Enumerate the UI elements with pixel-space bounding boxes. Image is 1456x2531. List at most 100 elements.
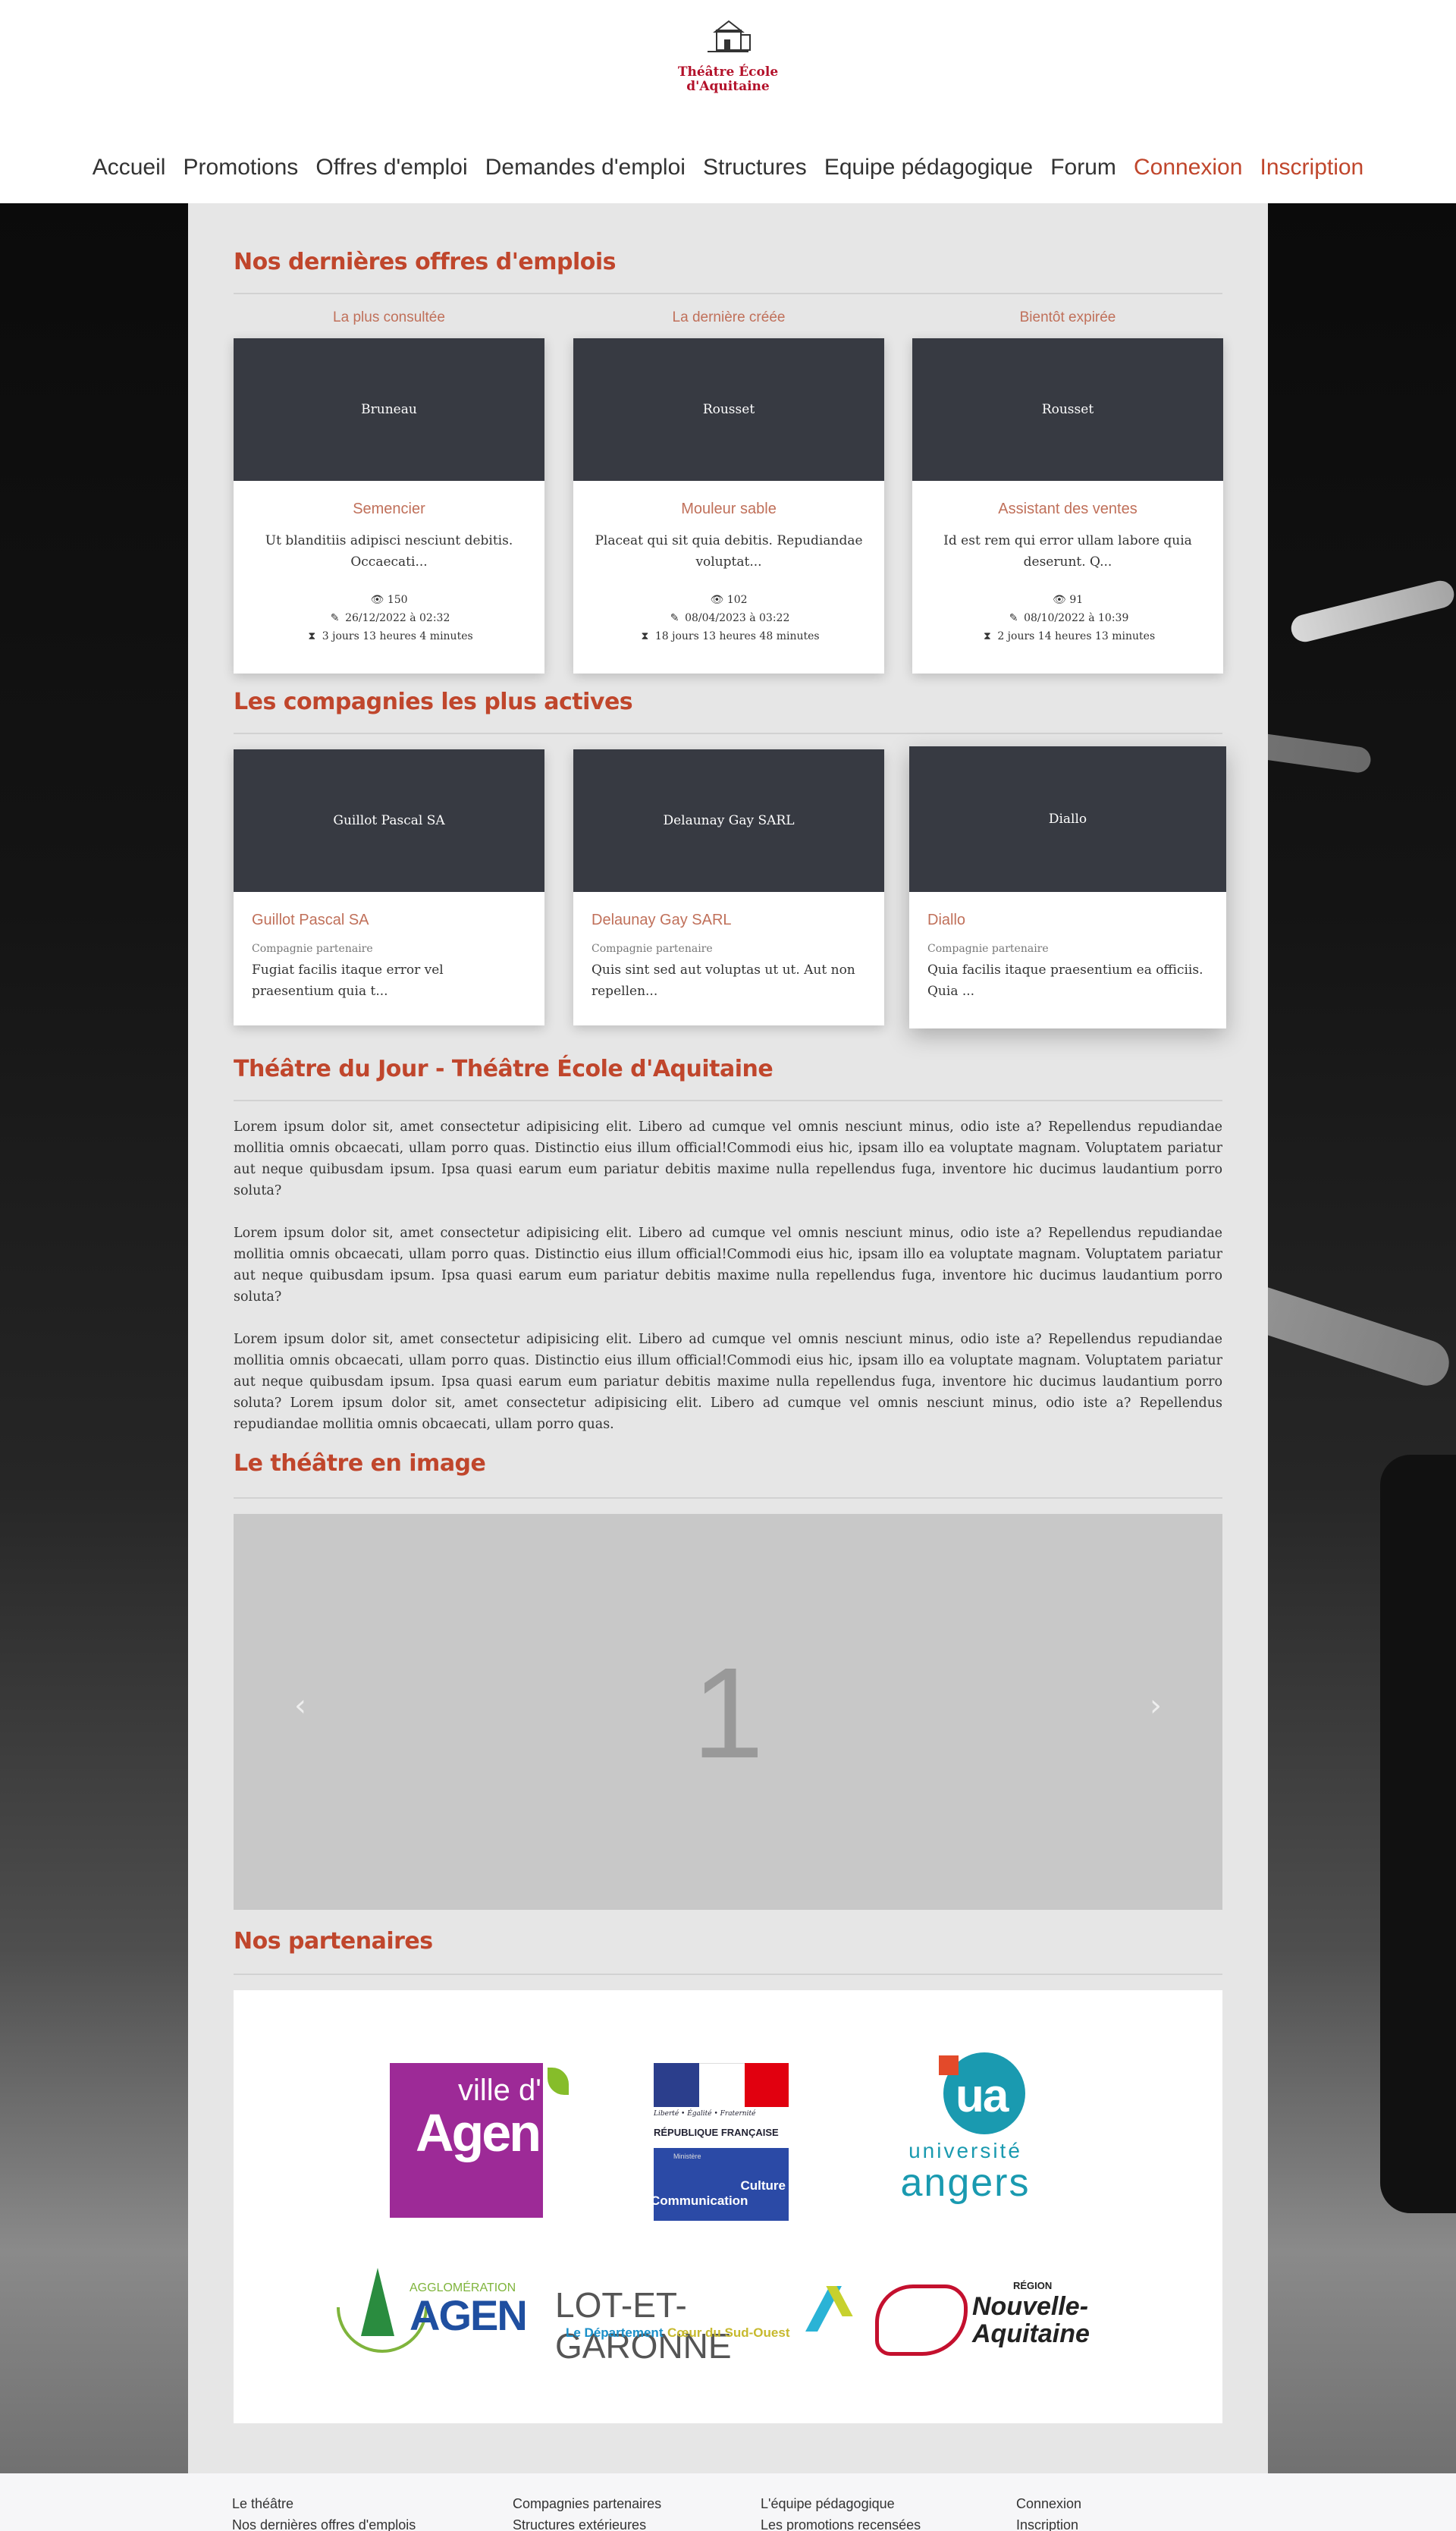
nav-accueil[interactable]: Accueil — [93, 155, 166, 180]
offer-card-meta: 👁 102 ✎ 08/04/2023 à 03:22 ⧗ 18 jours 13… — [573, 589, 884, 647]
offer-remaining: 2 jours 14 heures 13 minutes — [997, 630, 1156, 642]
offer-card-desc: Placeat qui sit quia debitis. Repudianda… — [595, 533, 863, 570]
divider — [234, 1974, 1222, 1975]
partner-logo-region-nouvelle-aquitaine[interactable]: RÉGION Nouvelle- Aquitaine — [875, 2277, 1103, 2360]
offer-card-company: Rousset — [573, 338, 884, 481]
offer-views: 91 — [1069, 594, 1084, 606]
offer-label-most-viewed: La plus consultée — [333, 309, 445, 325]
offer-card-meta: 👁 150 ✎ 26/12/2022 à 02:32 ⧗ 3 jours 13 … — [234, 589, 544, 647]
gallery-section-title: Le théâtre en image — [234, 1450, 486, 1477]
offer-created: 08/04/2023 à 03:22 — [685, 612, 790, 624]
theatre-section-title: Théâtre du Jour - Théâtre École d'Aquita… — [234, 1056, 774, 1082]
dancer-arm-shape — [1288, 577, 1456, 645]
lot-line2a: Le Département — [566, 2325, 664, 2340]
dancer-body-shape — [1380, 1455, 1456, 2213]
region-line3: Aquitaine — [972, 2319, 1090, 2348]
offer-card[interactable]: Rousset Assistant des ventes Id est rem … — [912, 338, 1223, 674]
region-line1: RÉGION — [1013, 2280, 1053, 2291]
partners-section-title: Nos partenaires — [234, 1928, 433, 1955]
footer-link-connexion[interactable]: Connexion — [1016, 2493, 1081, 2514]
culture-label: Culture — [740, 2178, 786, 2193]
nav-demandes-emploi[interactable]: Demandes d'emploi — [485, 155, 686, 180]
company-card[interactable]: Diallo Diallo Compagnie partenaire Quia … — [909, 746, 1226, 1028]
offer-card-job[interactable]: Semencier — [234, 501, 544, 518]
footer-link-equipe[interactable]: L'équipe pédagogique — [761, 2493, 921, 2514]
hourglass-icon: ⧗ — [641, 630, 649, 642]
nav-structures[interactable]: Structures — [703, 155, 807, 180]
nav-promotions[interactable]: Promotions — [184, 155, 299, 180]
offer-remaining: 18 jours 13 heures 48 minutes — [654, 630, 820, 642]
company-card-name[interactable]: Diallo — [927, 912, 1208, 929]
company-card-header: Delaunay Gay SARL — [573, 749, 884, 892]
lot-line2b: Cœur du Sud-Ouest — [667, 2325, 790, 2340]
hourglass-icon: ⧗ — [983, 630, 991, 642]
footer-col-2: Compagnies partenaires Structures extéri… — [513, 2493, 661, 2531]
company-card-type: Compagnie partenaire — [927, 943, 1049, 955]
footer-col-1: Le théâtre Nos dernières offres d'emploi… — [232, 2493, 416, 2531]
company-card[interactable]: Delaunay Gay SARL Delaunay Gay SARL Comp… — [573, 749, 884, 1025]
footer-col-4: Connexion Inscription — [1016, 2493, 1081, 2531]
agglo-line2: AGEN — [410, 2291, 528, 2339]
nav-forum[interactable]: Forum — [1050, 155, 1116, 180]
divider — [234, 293, 1222, 294]
logo-line-2: d'Aquitaine — [686, 79, 770, 94]
divider — [234, 733, 1222, 734]
partner-logo-universite-angers[interactable]: ua université angers — [886, 2052, 1045, 2221]
footer-link-compagnies[interactable]: Compagnies partenaires — [513, 2493, 661, 2514]
lion-icon — [875, 2284, 968, 2356]
offer-card-job[interactable]: Assistant des ventes — [912, 501, 1223, 518]
footer-link-offres[interactable]: Nos dernières offres d'emplois — [232, 2514, 416, 2531]
ville-agen-line2: Agen — [416, 2103, 541, 2162]
footer-link-le-theatre[interactable]: Le théâtre — [232, 2493, 416, 2514]
hourglass-icon: ⧗ — [308, 630, 316, 642]
nav-connexion[interactable]: Connexion — [1134, 155, 1242, 180]
company-card-type: Compagnie partenaire — [592, 943, 713, 955]
divider — [234, 1100, 1222, 1101]
offer-created: 08/10/2022 à 10:39 — [1024, 612, 1129, 624]
company-card-desc: Quia facilis itaque praesentium ea offic… — [927, 962, 1203, 999]
site-logo[interactable]: Théâtre École d'Aquitaine — [673, 20, 783, 117]
partner-logo-agglo-agen[interactable]: AGGLOMÉRATION AGEN — [337, 2268, 531, 2357]
company-card-desc: Quis sint sed aut voluptas ut ut. Aut no… — [592, 962, 855, 999]
offer-card[interactable]: Bruneau Semencier Ut blanditiis adipisci… — [234, 338, 544, 674]
republique-motto: Liberté • Égalité • Fraternité — [654, 2110, 756, 2118]
footer-link-structures[interactable]: Structures extérieures — [513, 2514, 661, 2531]
offer-card-company: Bruneau — [234, 338, 544, 481]
offer-card-company: Rousset — [912, 338, 1223, 481]
image-carousel[interactable]: ‹ 1 › — [234, 1514, 1222, 1910]
logo-line-1: Théâtre École — [677, 64, 779, 80]
ministere-label: Ministère — [673, 2153, 701, 2160]
theatre-paragraph: Lorem ipsum dolor sit, amet consectetur … — [234, 1119, 1222, 1198]
theatre-paragraph: Lorem ipsum dolor sit, amet consectetur … — [234, 1332, 1222, 1432]
main-nav: Accueil Promotions Offres d'emploi Deman… — [0, 155, 1456, 181]
nav-offres-emploi[interactable]: Offres d'emploi — [315, 155, 467, 180]
partner-logo-republique-culture[interactable]: Liberté • Égalité • Fraternité RÉPUBLIQU… — [651, 2063, 790, 2224]
theatre-paragraph: Lorem ipsum dolor sit, amet consectetur … — [234, 1226, 1222, 1305]
offer-remaining: 3 jours 13 heures 4 minutes — [322, 630, 473, 642]
company-card[interactable]: Guillot Pascal SA Guillot Pascal SA Comp… — [234, 749, 544, 1025]
footer-link-promotions[interactable]: Les promotions recensées — [761, 2514, 921, 2531]
company-card-desc: Fugiat facilis itaque error vel praesent… — [252, 962, 444, 999]
footer-link-inscription[interactable]: Inscription — [1016, 2514, 1081, 2531]
offer-views: 102 — [726, 594, 748, 606]
offer-views: 150 — [387, 594, 408, 606]
region-line2: Nouvelle- — [972, 2292, 1089, 2321]
offer-card-desc: Ut blanditiis adipisci nesciunt debitis.… — [265, 533, 513, 570]
company-card-header: Diallo — [909, 746, 1226, 892]
carousel-next-button[interactable]: › — [1150, 1688, 1162, 1723]
offer-card[interactable]: Rousset Mouleur sable Placeat qui sit qu… — [573, 338, 884, 674]
main-content: Nos dernières offres d'emplois La plus c… — [188, 203, 1268, 2473]
company-card-name[interactable]: Delaunay Gay SARL — [592, 912, 866, 929]
company-card-name[interactable]: Guillot Pascal SA — [252, 912, 526, 929]
offer-created: 26/12/2022 à 02:32 — [345, 612, 450, 624]
offer-card-job[interactable]: Mouleur sable — [573, 501, 884, 518]
offers-section-title: Nos dernières offres d'emplois — [234, 249, 617, 275]
site-header: Théâtre École d'Aquitaine Accueil Promot… — [0, 0, 1456, 203]
angers-mark: ua — [956, 2070, 1009, 2122]
communication-label: Communication — [651, 2193, 748, 2208]
partner-logo-ville-agen[interactable]: ville d' Agen — [390, 2063, 569, 2218]
nav-equipe-pedagogique[interactable]: Equipe pédagogique — [824, 155, 1033, 180]
carousel-slide-number: 1 — [692, 1641, 764, 1785]
partner-logo-lot-et-garonne[interactable]: LOT-ET-GARONNE Le Département Cœur du Su… — [555, 2284, 858, 2366]
nav-inscription[interactable]: Inscription — [1260, 155, 1364, 180]
